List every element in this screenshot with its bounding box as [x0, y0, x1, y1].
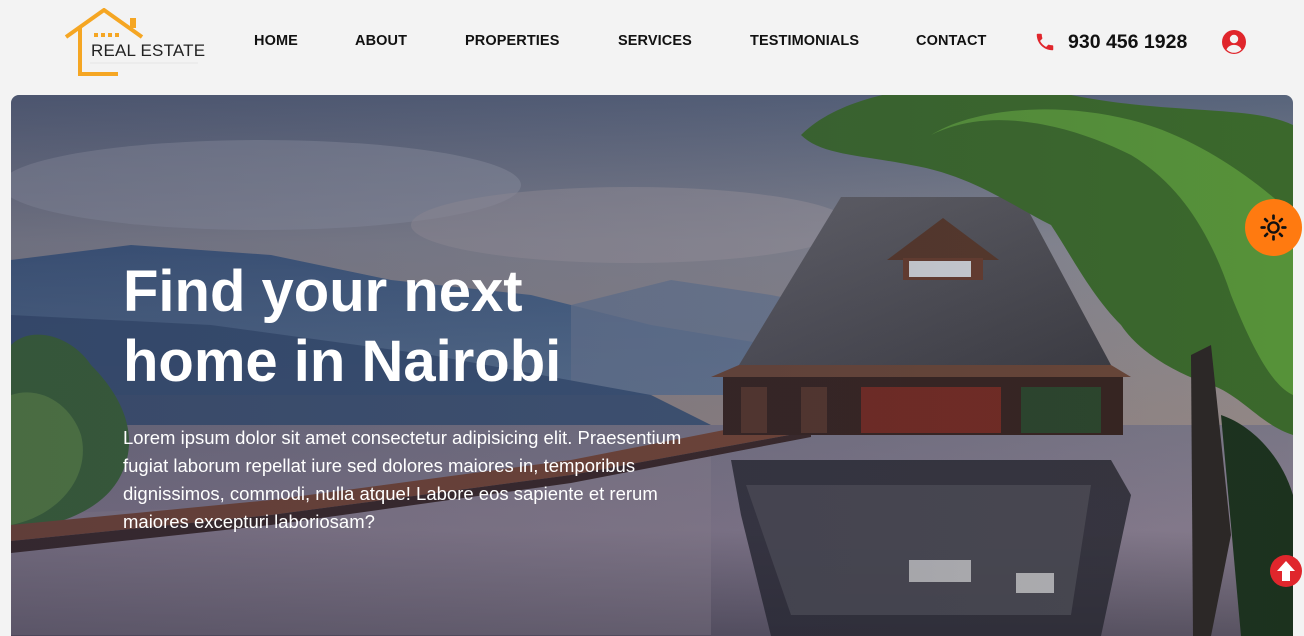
- theme-toggle-button[interactable]: [1245, 199, 1302, 256]
- nav-properties[interactable]: PROPERTIES: [465, 33, 559, 49]
- phone-icon: [1036, 33, 1054, 51]
- nav-services[interactable]: SERVICES: [618, 33, 692, 49]
- hero-description: Lorem ipsum dolor sit amet consectetur a…: [123, 427, 682, 532]
- nav-about[interactable]: ABOUT: [355, 33, 407, 49]
- nav-testimonials[interactable]: TESTIMONIALS: [750, 33, 859, 49]
- site-header: REAL ESTATE HOME ABOUT PROPERTIES SERVIC…: [0, 0, 1304, 95]
- arrow-up-circle-icon[interactable]: [1269, 554, 1303, 588]
- nav-contact[interactable]: CONTACT: [916, 33, 987, 49]
- phone-number: 930 456 1928: [1068, 31, 1188, 53]
- user-account-icon[interactable]: [1221, 29, 1247, 55]
- hero-section: Find your next home in Nairobi Lorem ips…: [11, 95, 1293, 636]
- nav-home[interactable]: HOME: [254, 33, 298, 49]
- hero-title: Find your next home in Nairobi: [123, 259, 562, 394]
- logo-text: REAL ESTATE: [91, 41, 206, 60]
- sun-icon: [1260, 214, 1287, 241]
- logo[interactable]: REAL ESTATE: [64, 8, 206, 78]
